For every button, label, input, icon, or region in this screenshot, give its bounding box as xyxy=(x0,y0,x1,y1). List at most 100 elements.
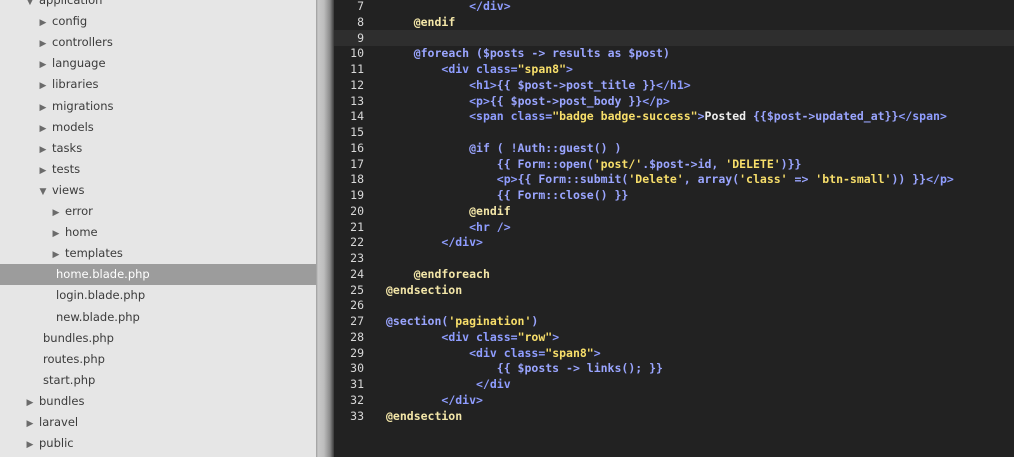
code-line[interactable]: <h1>{{ $post->post_title }}</h1> xyxy=(386,77,691,93)
code-line[interactable]: <hr /> xyxy=(386,219,511,235)
triangle-right-icon[interactable]: ▶ xyxy=(50,245,62,266)
tree-file-item[interactable]: start.php xyxy=(0,370,316,391)
tree-file-item[interactable]: home.blade.php xyxy=(0,264,316,286)
line-number: 20 xyxy=(350,203,364,218)
tree-item-label: error xyxy=(65,204,93,218)
code-token: {{ $post->post_title }} xyxy=(496,77,657,92)
tree-folder-item[interactable]: ▶ bundles xyxy=(0,391,316,412)
line-number: 23 xyxy=(350,251,364,265)
code-line[interactable]: </div> xyxy=(386,0,511,14)
tree-item-label: home xyxy=(65,225,98,240)
line-number: 11 xyxy=(350,62,364,76)
code-token: <p> xyxy=(496,172,518,187)
tree-folder-item[interactable]: ▶ migrations xyxy=(0,96,316,117)
tree-folder-item[interactable]: ▶ tests xyxy=(0,159,316,180)
code-token: <div class= xyxy=(469,345,546,360)
sidebar-splitter[interactable] xyxy=(316,0,334,457)
code-line[interactable]: @endsection xyxy=(386,282,462,298)
triangle-right-icon[interactable]: ▶ xyxy=(24,414,36,435)
triangle-right-icon[interactable]: ▶ xyxy=(37,55,49,76)
code-token: </div> xyxy=(441,235,483,250)
tree-folder-item[interactable]: ▶ models xyxy=(0,117,316,138)
code-line[interactable]: <div class="span8"> xyxy=(386,61,573,77)
triangle-right-icon[interactable]: ▶ xyxy=(37,161,49,182)
triangle-right-icon[interactable]: ▶ xyxy=(37,76,49,97)
tree-folder-item[interactable]: ▶ language xyxy=(0,53,316,74)
code-line[interactable]: @section('pagination') xyxy=(386,313,538,329)
triangle-right-icon[interactable]: ▶ xyxy=(24,435,36,456)
triangle-right-icon[interactable]: ▶ xyxy=(37,119,49,140)
code-token: <div class= xyxy=(441,329,518,344)
tree-folder-item[interactable]: ▶ config xyxy=(0,11,316,32)
tree-item-label: laravel xyxy=(39,415,79,429)
line-number: 31 xyxy=(350,377,364,391)
tree-folder-item[interactable]: ▶ home xyxy=(0,222,316,243)
triangle-right-icon[interactable]: ▶ xyxy=(50,203,62,224)
line-number: 32 xyxy=(350,392,364,407)
code-line[interactable]: @endif xyxy=(386,203,511,219)
code-line[interactable]: <div class="span8"> xyxy=(386,345,601,361)
code-editor[interactable]: 7 </div> 8 @endif 9 10 @foreach ($posts -> … xyxy=(334,0,1014,457)
code-token: @endsection xyxy=(386,408,463,423)
code-line[interactable]: </div xyxy=(386,376,511,392)
code-line[interactable]: @endsection xyxy=(386,408,462,424)
tree-item-label: start.php xyxy=(43,372,96,387)
tree-file-item[interactable]: login.blade.php xyxy=(0,285,316,306)
code-line[interactable]: @foreach ($posts -> results as $post) xyxy=(386,45,670,61)
tree-file-item[interactable]: new.blade.php xyxy=(0,307,316,328)
code-line[interactable]: <div class="row"> xyxy=(386,329,559,345)
code-token: ) xyxy=(531,314,539,328)
triangle-right-icon[interactable]: ▶ xyxy=(24,393,36,414)
line-number: 14 xyxy=(350,109,364,124)
triangle-right-icon[interactable]: ▶ xyxy=(37,98,49,119)
triangle-right-icon[interactable]: ▶ xyxy=(37,34,49,55)
code-token: "span8" xyxy=(545,345,594,360)
code-token: @if ( !Auth::guest() ) xyxy=(469,140,622,155)
tree-folder-item[interactable]: ▼ views xyxy=(0,180,316,201)
line-number: 10 xyxy=(350,46,364,61)
code-line[interactable]: {{ $posts -> links(); }} xyxy=(386,360,663,376)
tree-folder-item[interactable]: ▶ templates xyxy=(0,243,316,264)
code-token: 'post/' xyxy=(593,156,643,171)
line-number: 8 xyxy=(357,14,364,29)
code-line[interactable]: </div> xyxy=(386,392,483,408)
triangle-right-icon[interactable]: ▶ xyxy=(37,140,49,161)
tree-folder-item[interactable]: ▶ tasks xyxy=(0,138,316,159)
triangle-right-icon[interactable]: ▶ xyxy=(37,13,49,34)
code-line[interactable]: @endif xyxy=(386,14,456,30)
code-line[interactable]: <p>{{ $post->post_body }}</p> xyxy=(386,93,670,109)
code-line[interactable]: <p>{{ Form::submit('Delete', array('clas… xyxy=(386,171,954,187)
line-number: 30 xyxy=(350,361,364,376)
tree-folder-item[interactable]: ▼ application xyxy=(0,0,316,11)
code-line[interactable]: @if ( !Auth::guest() ) xyxy=(386,140,621,156)
code-token: @section( xyxy=(386,314,449,328)
tree-file-item[interactable]: routes.php xyxy=(0,349,316,370)
code-line[interactable]: {{ Form::open('post/'.$post->id, 'DELETE… xyxy=(386,156,802,172)
code-token: @endif xyxy=(413,14,456,29)
tree-file-item[interactable]: bundles.php xyxy=(0,328,316,349)
line-number: 12 xyxy=(350,77,364,92)
code-line[interactable]: {{ Form::close() }} xyxy=(386,187,629,203)
tree-folder-item[interactable]: ▶ controllers xyxy=(0,32,316,53)
code-line[interactable]: <span class="badge badge-success">Posted… xyxy=(386,108,947,124)
code-token: .$post->id, xyxy=(642,156,726,171)
code-token: > xyxy=(593,345,601,360)
code-line[interactable]: </div> xyxy=(386,234,483,250)
code-token: Posted xyxy=(704,109,753,124)
tree-folder-item[interactable]: ▶ error xyxy=(0,201,316,222)
code-token: 'btn-small' xyxy=(815,172,892,187)
line-number: 28 xyxy=(350,329,364,344)
code-token: @endsection xyxy=(386,282,463,297)
triangle-right-icon[interactable]: ▶ xyxy=(50,224,62,245)
tree-item-label: new.blade.php xyxy=(56,309,140,324)
triangle-down-icon[interactable]: ▼ xyxy=(37,182,49,203)
code-line[interactable]: @endforeach xyxy=(386,266,490,282)
tree-folder-item[interactable]: ▶ public xyxy=(0,433,316,454)
tree-folder-item[interactable]: ▶ laravel xyxy=(0,412,316,433)
line-number: 29 xyxy=(350,345,364,360)
tree-folder-item[interactable]: ▶ libraries xyxy=(0,74,316,95)
